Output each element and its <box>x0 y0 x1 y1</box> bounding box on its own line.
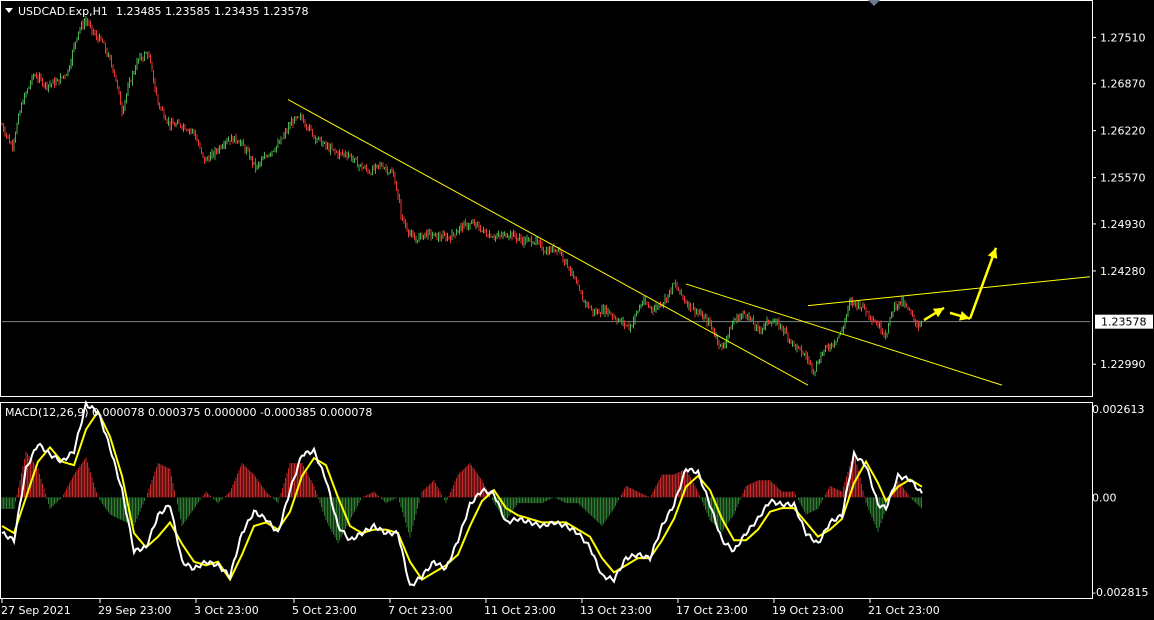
price-tick-label: 1.25570 <box>1100 172 1146 185</box>
ohlc-readout: 1.23485 1.23585 1.23435 1.23578 <box>116 5 308 18</box>
projection-arrow-segment[interactable] <box>968 247 998 320</box>
price-tick-label: 1.24930 <box>1100 218 1146 231</box>
price-panel-frame <box>0 0 1093 397</box>
time-tick-label: 7 Oct 23:00 <box>388 604 453 617</box>
trendline-main-downtrend[interactable] <box>287 99 809 386</box>
time-tick-label: 13 Oct 23:00 <box>580 604 652 617</box>
time-tick-label: 29 Sep 23:00 <box>98 604 171 617</box>
time-tick-label: 19 Oct 23:00 <box>772 604 844 617</box>
symbol-menu-icon[interactable] <box>5 8 13 13</box>
time-tick-label: 11 Oct 23:00 <box>484 604 556 617</box>
time-tick-label: 5 Oct 23:00 <box>292 604 357 617</box>
price-tick-label: 1.22990 <box>1100 358 1146 371</box>
trading-chart[interactable]: 1.27510 1.26870 1.26220 1.25570 1.24930 1.242… <box>0 0 1154 620</box>
macd-panel[interactable] <box>1 399 923 587</box>
current-price-label: 1.23578 <box>1101 316 1147 329</box>
symbol-title: USDCAD.Exp,H1 <box>18 5 108 18</box>
scroll-marker-icon[interactable] <box>868 0 880 6</box>
price-tick-label: 1.27510 <box>1100 31 1146 44</box>
price-tick-label: 1.26220 <box>1100 125 1146 138</box>
time-tick-label: 27 Sep 2021 <box>1 604 71 617</box>
macd-readout: 0.000078 0.000375 0.000000 -0.000385 0.0… <box>92 406 372 419</box>
time-tick-label: 21 Oct 23:00 <box>868 604 940 617</box>
macd-tick-label: 0.002613 <box>1092 403 1145 416</box>
trendline-channel-upper[interactable] <box>807 276 1091 307</box>
price-tick-label: 1.26870 <box>1100 78 1146 91</box>
macd-title: MACD(12,26,9) <box>5 406 89 419</box>
macd-tick-label: 0.00 <box>1092 491 1117 504</box>
trendline-channel-lower[interactable] <box>685 283 1003 386</box>
macd-tick-label: -0.002815 <box>1092 586 1148 599</box>
price-tick-label: 1.24280 <box>1100 265 1146 278</box>
price-panel[interactable] <box>1 16 1091 386</box>
time-tick-label: 3 Oct 23:00 <box>194 604 259 617</box>
time-tick-label: 17 Oct 23:00 <box>676 604 748 617</box>
